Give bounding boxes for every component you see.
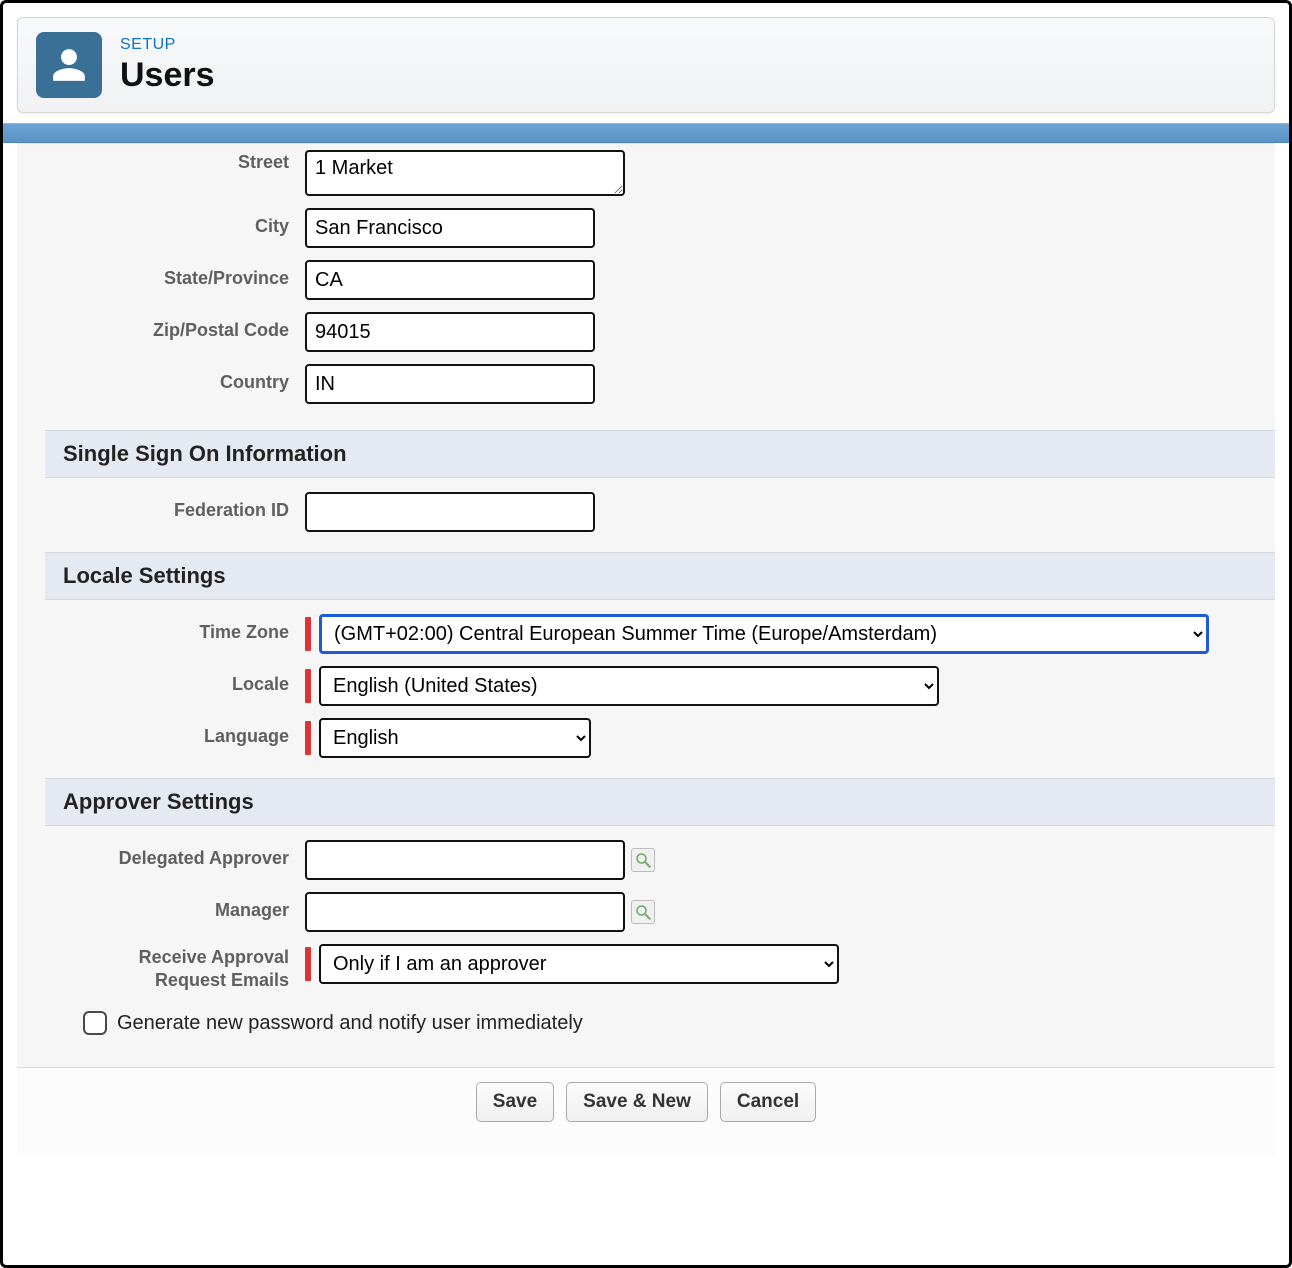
required-indicator-icon [305,617,311,651]
city-label: City [45,208,305,237]
country-input[interactable] [305,364,595,404]
locale-label: Locale [45,666,305,695]
language-label: Language [45,718,305,747]
street-input[interactable] [305,150,625,196]
decorative-band [3,123,1289,143]
timezone-label: Time Zone [45,614,305,643]
street-label: Street [45,150,305,173]
state-label: State/Province [45,260,305,289]
required-indicator-icon [305,947,311,981]
save-button[interactable]: Save [476,1082,554,1122]
footer-actions: Save Save & New Cancel [17,1067,1275,1156]
receive-approval-label: Receive Approval Request Emails [45,944,305,991]
required-indicator-icon [305,721,311,755]
manager-label: Manager [45,892,305,921]
page-header: SETUP Users [17,17,1275,113]
receive-approval-select[interactable]: Only if I am an approver [319,944,839,984]
zip-label: Zip/Postal Code [45,312,305,341]
generate-password-label: Generate new password and notify user im… [117,1012,583,1035]
section-sso: Single Sign On Information [45,430,1275,478]
generate-password-checkbox[interactable] [83,1011,107,1035]
lookup-icon[interactable] [631,848,655,872]
country-label: Country [45,364,305,393]
delegated-label: Delegated Approver [45,840,305,869]
city-input[interactable] [305,208,595,248]
zip-input[interactable] [305,312,595,352]
delegated-input[interactable] [305,840,625,880]
federation-label: Federation ID [45,492,305,521]
breadcrumb: SETUP [120,36,215,54]
cancel-button[interactable]: Cancel [720,1082,816,1122]
save-and-new-button[interactable]: Save & New [566,1082,708,1122]
section-approver: Approver Settings [45,778,1275,826]
language-select[interactable]: English [319,718,591,758]
page-title: Users [120,56,215,95]
federation-input[interactable] [305,492,595,532]
lookup-icon[interactable] [631,900,655,924]
user-icon [36,32,102,98]
section-locale: Locale Settings [45,552,1275,600]
state-input[interactable] [305,260,595,300]
locale-select[interactable]: English (United States) [319,666,939,706]
required-indicator-icon [305,669,311,703]
timezone-select[interactable]: (GMT+02:00) Central European Summer Time… [319,614,1209,654]
manager-input[interactable] [305,892,625,932]
